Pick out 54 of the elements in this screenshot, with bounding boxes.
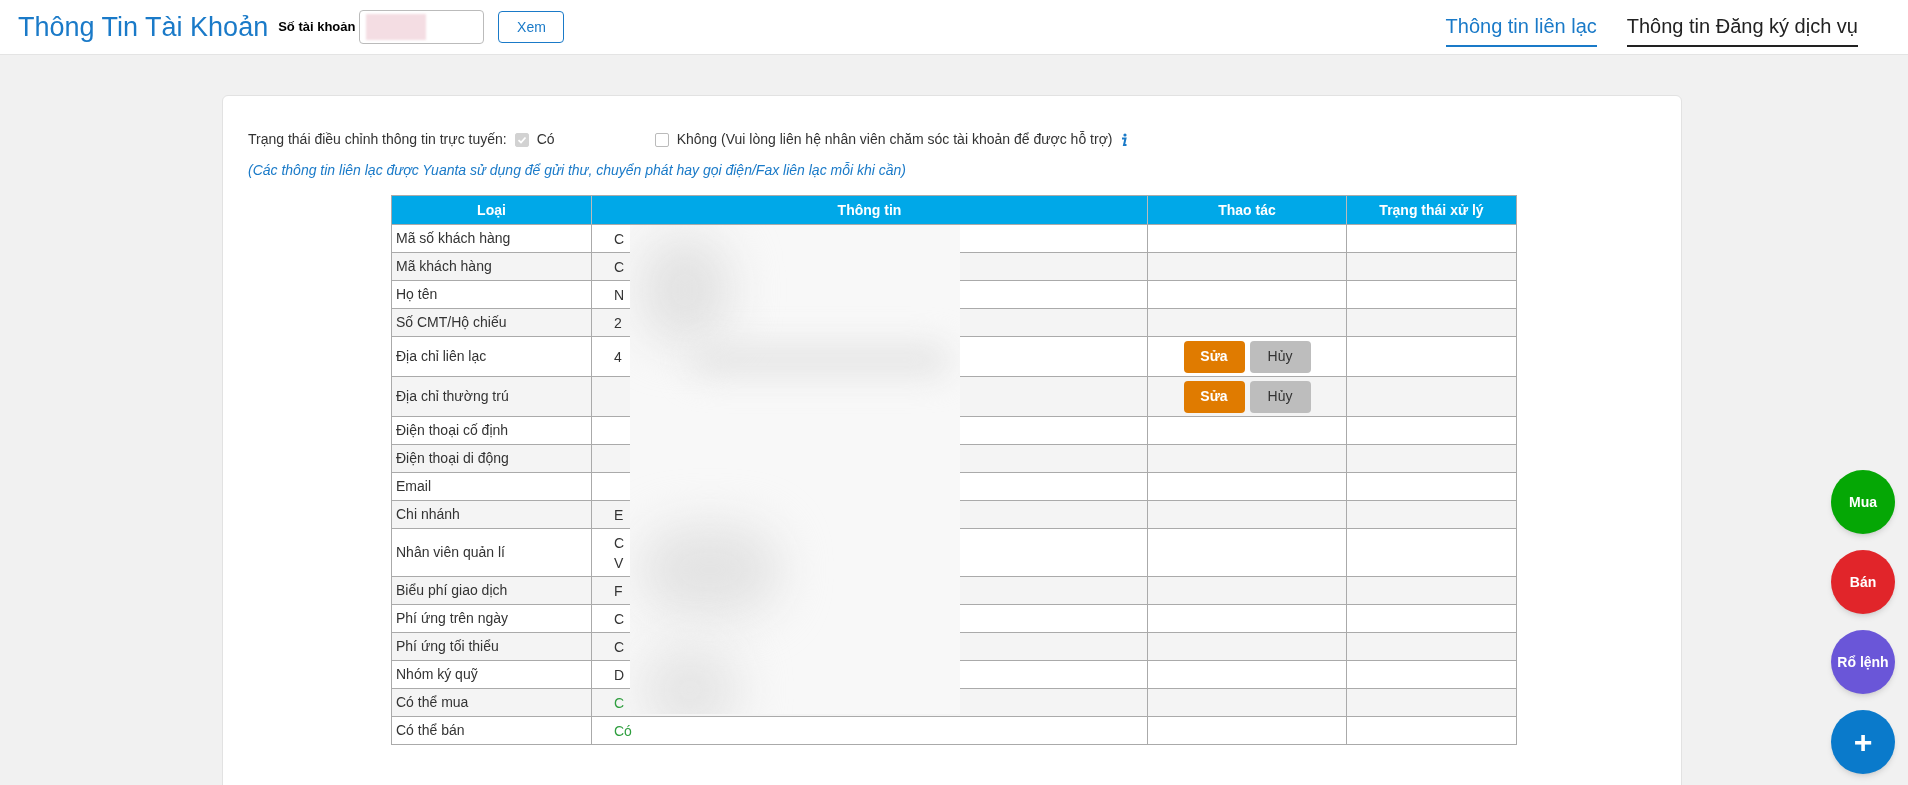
- table-cell-text: N: [614, 285, 626, 305]
- table-cell-text: V: [614, 553, 625, 573]
- table-cell-text: C: [614, 257, 626, 277]
- info-icon[interactable]: [1120, 132, 1129, 147]
- table-cell-text: C: [614, 637, 626, 657]
- table-cell-text: 2: [614, 313, 623, 333]
- table-cell-text: Biểu phí giao dịch: [396, 581, 508, 600]
- table-cell-text: Địa chỉ liên lạc: [396, 347, 487, 366]
- table-cell-text: E: [614, 505, 625, 525]
- floating-button[interactable]: +: [1831, 710, 1895, 774]
- table-cell-text: C: [614, 229, 626, 249]
- table-cell-text: Nhân viên quản lí: [396, 543, 505, 562]
- table-cell-text: C: [614, 693, 626, 713]
- option-label: Không (Vui lòng liên hệ nhân viên chăm sóc tài khoản để được hỗ trợ): [676, 130, 1113, 149]
- table-cell-text: Chi nhánh: [396, 505, 460, 524]
- table-cell-text: C: [614, 609, 626, 629]
- online-edit-label: Trạng thái điều chỉnh thông tin trực tuyến:: [248, 130, 507, 149]
- table-cell-text: Nhóm ký quỹ: [396, 665, 478, 684]
- edit-button[interactable]: Sửa: [1183, 340, 1245, 373]
- table-cell-text: Phí ứng tối thiểu: [396, 637, 499, 656]
- table-cell-text: Email: [396, 477, 431, 496]
- table-cell-text: Số CMT/Hộ chiếu: [396, 313, 507, 332]
- table-cell-text: Có thể bán: [396, 721, 465, 740]
- floating-button[interactable]: Mua: [1831, 470, 1895, 534]
- tab[interactable]: Thông tin Đăng ký dịch vụ: [1626, 7, 1858, 47]
- account-label: Số tài khoản: [278, 18, 356, 37]
- cancel-button[interactable]: Hủy: [1249, 380, 1311, 413]
- page-title: Thông Tin Tài Khoản: [18, 10, 269, 44]
- table-cell-text: Mã khách hàng: [396, 257, 492, 276]
- cancel-button[interactable]: Hủy: [1249, 340, 1311, 373]
- table-cell-text: D: [614, 665, 626, 685]
- table-cell-text: Địa chỉ thường trú: [396, 387, 509, 406]
- floating-button[interactable]: Bán: [1831, 550, 1895, 614]
- redaction-mark: [366, 14, 427, 40]
- floating-button[interactable]: Rổ lệnh: [1831, 630, 1895, 694]
- check-icon: [516, 134, 527, 145]
- table-cell-text: 4: [614, 347, 623, 367]
- column-header: Trạng thái xử lý: [1378, 200, 1485, 220]
- contact-note: (Các thông tin liên lạc được Yuanta sử dụng để gửi thư, chuyển phát hay gọi điện/Fax liên lạc mỗi khi cần): [248, 161, 907, 180]
- tab[interactable]: Thông tin liên lạc: [1445, 7, 1597, 47]
- table-cell-text: Họ tên: [396, 285, 438, 304]
- table-cell-text: F: [614, 581, 624, 601]
- table-cell-text: Điện thoại cố định: [396, 421, 509, 440]
- option-label: Có: [536, 130, 555, 149]
- table-cell-text: Có: [614, 721, 633, 741]
- checkbox[interactable]: [654, 132, 669, 147]
- table-cell-text: Điện thoại di động: [396, 449, 509, 468]
- account-field[interactable]: [359, 10, 485, 44]
- edit-button[interactable]: Sửa: [1183, 380, 1245, 413]
- table-cell-text: C: [614, 533, 626, 553]
- view-button[interactable]: Xem: [498, 11, 565, 43]
- table-cell-text: Mã số khách hàng: [396, 229, 511, 248]
- table-cell-text: Có thể mua: [396, 693, 469, 712]
- table-cell-text: Phí ứng trên ngày: [396, 609, 509, 628]
